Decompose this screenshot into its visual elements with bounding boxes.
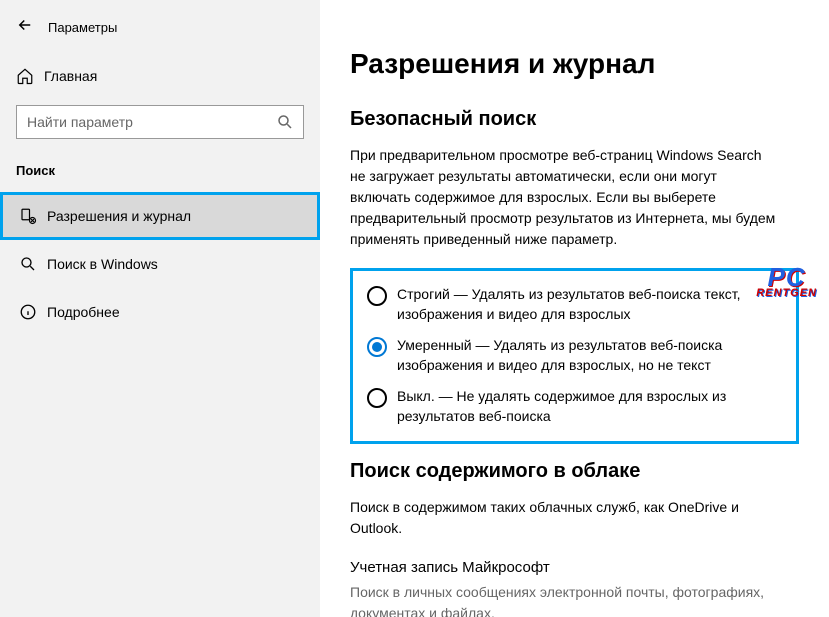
safe-search-title: Безопасный поиск [350,108,799,131]
safe-search-desc: При предварительном просмотре веб-страни… [350,145,780,250]
search-container [16,105,304,139]
search-nav-icon [19,255,47,273]
page-title: Разрешения и журнал [350,48,799,80]
sidebar-item-permissions[interactable]: Разрешения и журнал [0,192,320,240]
radio-label: Умеренный — Удалять из результатов веб-п… [397,336,777,375]
sidebar-item-more[interactable]: Подробнее [0,288,320,336]
sidebar: Параметры Главная Поиск Разрешения и жур… [0,0,320,617]
ms-account-title: Учетная запись Майкрософт [350,559,799,576]
info-icon [19,303,47,321]
sidebar-item-label: Подробнее [47,304,120,320]
safe-search-radio-group: Строгий — Удалять из результатов веб-пои… [350,268,799,444]
radio-moderate[interactable]: Умеренный — Удалять из результатов веб-п… [367,336,782,375]
sidebar-section-label: Поиск [0,157,320,192]
ms-account-desc: Поиск в личных сообщениях электронной по… [350,582,780,617]
search-input[interactable] [16,105,304,139]
sidebar-item-home[interactable]: Главная [0,57,320,95]
sidebar-item-label: Поиск в Windows [47,256,158,272]
home-icon [16,67,44,85]
radio-label: Строгий — Удалять из результатов веб-пои… [397,285,777,324]
radio-strict[interactable]: Строгий — Удалять из результатов веб-пои… [367,285,782,324]
radio-icon [367,337,387,357]
radio-off[interactable]: Выкл. — Не удалять содержимое для взросл… [367,387,782,426]
window-title: Параметры [48,20,117,35]
main-content: Разрешения и журнал Безопасный поиск При… [320,0,829,617]
permissions-icon [19,207,47,225]
search-icon [276,113,294,136]
radio-icon [367,286,387,306]
cloud-search-title: Поиск содержимого в облаке [350,460,799,483]
sidebar-home-label: Главная [44,68,97,84]
radio-label: Выкл. — Не удалять содержимое для взросл… [397,387,777,426]
sidebar-item-label: Разрешения и журнал [47,208,191,224]
sidebar-item-windows-search[interactable]: Поиск в Windows [0,240,320,288]
radio-icon [367,388,387,408]
back-icon[interactable] [16,16,48,39]
cloud-search-desc: Поиск в содержимом таких облачных служб,… [350,497,780,539]
